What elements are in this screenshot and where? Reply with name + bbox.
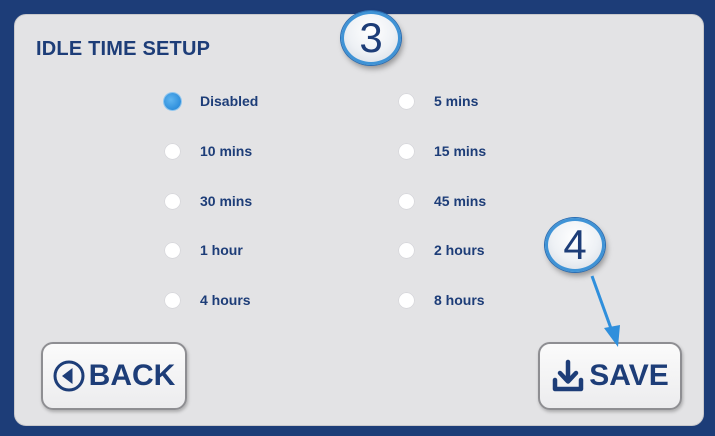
radio-option-label: Disabled — [200, 93, 259, 109]
back-circle-arrow-icon — [53, 360, 85, 392]
radio-option-label: 1 hour — [200, 242, 243, 258]
radio-option-label: 15 mins — [434, 143, 487, 159]
download-tray-icon — [551, 359, 585, 393]
step-3-badge: 3 — [341, 11, 401, 65]
pointer-arrow-icon — [590, 275, 620, 347]
back-button-label: BACK — [88, 359, 176, 392]
radio-option-disabled[interactable]: Disabled — [164, 90, 258, 112]
radio-option-5-mins[interactable]: 5 mins — [398, 90, 478, 112]
radio-option-label: 10 mins — [200, 143, 253, 159]
back-button[interactable]: BACK — [41, 342, 187, 410]
radio-option-label: 5 mins — [434, 93, 479, 109]
save-button[interactable]: SAVE — [538, 342, 682, 410]
page-title: IDLE TIME SETUP — [36, 38, 211, 60]
radio-button[interactable] — [164, 291, 181, 309]
radio-button[interactable] — [398, 142, 415, 160]
save-button-label: SAVE — [589, 359, 669, 392]
radio-option-30-mins[interactable]: 30 mins — [164, 190, 252, 212]
radio-option-label: 4 hours — [200, 292, 251, 308]
radio-option-8-hours[interactable]: 8 hours — [398, 289, 485, 311]
radio-option-4-hours[interactable]: 4 hours — [164, 289, 251, 311]
step-4-badge: 4 — [545, 218, 605, 272]
radio-option-label: 8 hours — [434, 292, 485, 308]
radio-button[interactable] — [398, 192, 415, 210]
radio-button[interactable] — [398, 291, 415, 309]
radio-button[interactable] — [398, 92, 415, 110]
radio-option-45-mins[interactable]: 45 mins — [398, 190, 486, 212]
radio-option-15-mins[interactable]: 15 mins — [398, 140, 486, 162]
radio-button[interactable] — [164, 142, 181, 160]
radio-option-label: 45 mins — [434, 193, 487, 209]
radio-option-10-mins[interactable]: 10 mins — [164, 140, 252, 162]
radio-option-label: 30 mins — [200, 193, 253, 209]
radio-option-1-hour[interactable]: 1 hour — [164, 239, 243, 261]
radio-button[interactable] — [164, 241, 181, 259]
radio-option-label: 2 hours — [434, 242, 485, 258]
radio-button[interactable] — [164, 192, 181, 210]
radio-button[interactable] — [398, 241, 415, 259]
radio-option-2-hours[interactable]: 2 hours — [398, 239, 485, 261]
radio-button[interactable] — [164, 92, 181, 110]
